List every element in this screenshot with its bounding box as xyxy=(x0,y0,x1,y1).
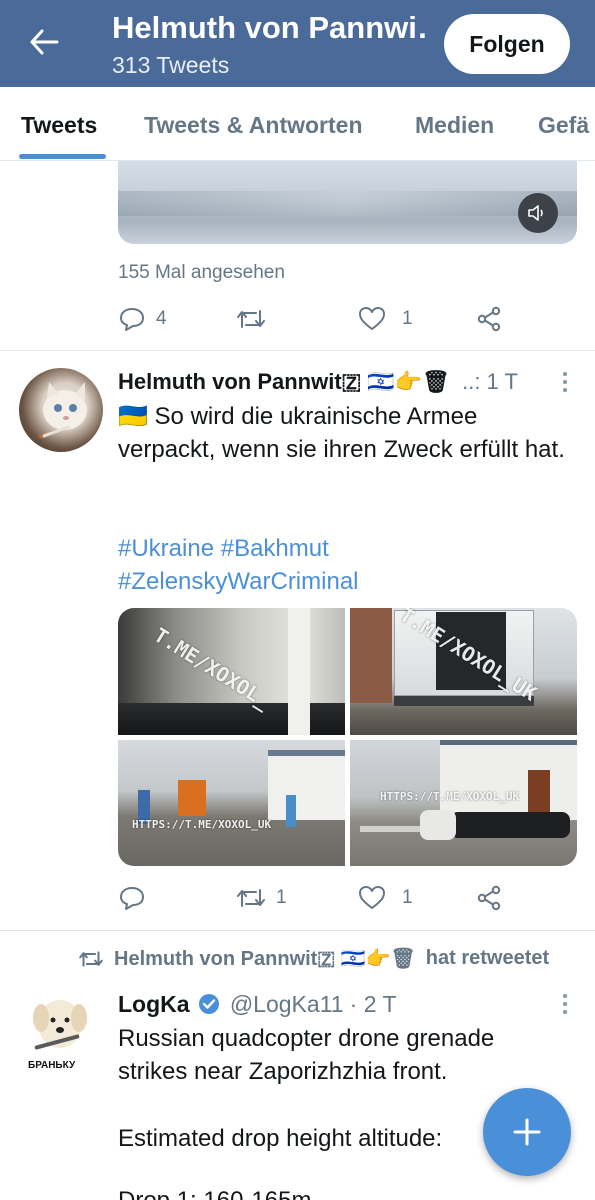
arrow-left-icon xyxy=(30,29,59,55)
more-options-button[interactable] xyxy=(560,372,570,392)
tab-likes[interactable]: Gefä xyxy=(538,112,589,139)
tab-tweets-and-replies[interactable]: Tweets & Antworten xyxy=(144,112,363,139)
retweet-count: 1 xyxy=(276,887,287,908)
photo-refrigerated-trailer[interactable]: T.ME/XOXOL_UK xyxy=(350,608,577,735)
tab-media[interactable]: Medien xyxy=(415,112,494,139)
back-button[interactable] xyxy=(24,22,64,62)
retweet-icon xyxy=(237,310,265,328)
header-title: Helmuth von Pannwi… xyxy=(112,10,430,45)
retweet-notice: Helmuth von Pannwit🇿 🇮🇱👉🗑 hat retweetet xyxy=(78,946,549,971)
like-button[interactable]: 1 xyxy=(358,880,413,916)
dot-icon xyxy=(563,1010,567,1014)
profile-header: Helmuth von Pannwi… 313 Tweets Folgen xyxy=(0,0,595,87)
photo-body-bags-stretchers[interactable]: HTTPS://T.ME/XOXOL_UK xyxy=(350,740,577,866)
view-count: 155 Mal angesehen xyxy=(118,262,285,283)
active-tab-indicator xyxy=(19,154,106,159)
plus-icon xyxy=(513,1118,541,1146)
like-count: 1 xyxy=(402,308,413,329)
share-button[interactable] xyxy=(476,880,502,916)
profile-tabs: Tweets Tweets & Antworten Medien Gefä xyxy=(0,87,595,161)
dot-icon xyxy=(563,372,567,376)
tweet-actions: 4 1 xyxy=(118,301,577,337)
hashtag-line-1[interactable]: #Ukraine #Bakhmut xyxy=(118,532,568,565)
share-icon xyxy=(477,306,501,332)
volume-button[interactable] xyxy=(518,193,558,233)
dot-icon xyxy=(563,994,567,998)
dot-icon xyxy=(563,388,567,392)
retweet-icon xyxy=(237,889,265,907)
tweet-time: ..: 1 T xyxy=(462,369,518,394)
speaker-muted-icon xyxy=(528,205,543,221)
reply-button[interactable] xyxy=(118,880,156,916)
photo-forklift-yard[interactable]: HTTPS://T.ME/XOXOL_UK xyxy=(118,740,345,866)
watermark: T.ME/XOXOL_ xyxy=(149,622,275,714)
retweet-suffix: hat retweetet xyxy=(425,947,550,969)
author-name[interactable]: LogKa xyxy=(118,991,190,1017)
like-button[interactable]: 1 xyxy=(358,301,413,337)
follow-button[interactable]: Folgen xyxy=(444,14,570,74)
tweet-text: 🇺🇦 So wird die ukrainische Armee verpack… xyxy=(118,403,565,463)
tweet-text-line: Russian quadcopter drone grenade xyxy=(118,1025,495,1052)
watermark: HTTPS://T.ME/XOXOL_UK xyxy=(380,790,520,803)
dot-icon xyxy=(563,380,567,384)
share-icon xyxy=(477,885,501,911)
share-button[interactable] xyxy=(476,301,502,337)
tab-tweets[interactable]: Tweets xyxy=(21,112,97,139)
heart-icon xyxy=(359,307,385,330)
author-handle[interactable]: @LogKa11 xyxy=(230,991,344,1017)
tweet-divider xyxy=(0,930,595,931)
tweet-divider xyxy=(0,350,595,351)
reply-count: 4 xyxy=(156,308,167,329)
heart-icon xyxy=(359,886,385,909)
retweet-button[interactable] xyxy=(236,301,276,337)
avatar-caption: БРАНЬКУ xyxy=(28,1060,76,1071)
author-name[interactable]: Helmuth von Pannwit🇿 🇮🇱👉🗑 xyxy=(118,369,450,394)
retweet-icon xyxy=(79,950,103,967)
video-player[interactable] xyxy=(118,161,577,244)
media-grid[interactable]: T.ME/XOXOL_ T.ME/XOXOL_UK HTTPS://T.ME/X… xyxy=(118,608,577,866)
reply-button[interactable]: 4 xyxy=(118,301,167,337)
reply-icon xyxy=(120,308,144,331)
tweet-actions: 1 1 xyxy=(118,880,577,916)
verified-badge-icon xyxy=(198,994,219,1014)
reply-icon xyxy=(120,887,144,910)
like-count: 1 xyxy=(402,887,413,908)
dot-icon xyxy=(563,1002,567,1006)
photo-truck-interior[interactable]: T.ME/XOXOL_ xyxy=(118,608,345,735)
more-options-button[interactable] xyxy=(560,994,570,1014)
avatar[interactable] xyxy=(19,368,103,452)
avatar[interactable]: БРАНЬКУ xyxy=(24,988,96,1074)
header-tweet-count: 313 Tweets xyxy=(112,52,230,78)
cat-avatar-image xyxy=(39,382,87,438)
tweet-text-line: Drop 1: 160-165m xyxy=(118,1184,568,1200)
tweet-header: Helmuth von Pannwit🇿 🇮🇱👉🗑 ..: 1 T xyxy=(118,369,548,395)
hashtag-line-2[interactable]: #ZelenskyWarCriminal xyxy=(118,565,568,598)
tweet-time: · 2 T xyxy=(349,991,397,1017)
retweet-button[interactable]: 1 xyxy=(236,880,287,916)
retweeter-name[interactable]: Helmuth von Pannwit🇿 🇮🇱👉🗑 xyxy=(114,946,416,971)
watermark: HTTPS://T.ME/XOXOL_UK xyxy=(132,818,272,831)
dog-avatar-image xyxy=(33,1000,87,1050)
tweet-header: LogKa @LogKa11 · 2 T xyxy=(118,991,548,1018)
tweet-text-line: strikes near Zaporizhzhia front. xyxy=(118,1058,448,1085)
compose-tweet-button[interactable] xyxy=(483,1088,571,1176)
